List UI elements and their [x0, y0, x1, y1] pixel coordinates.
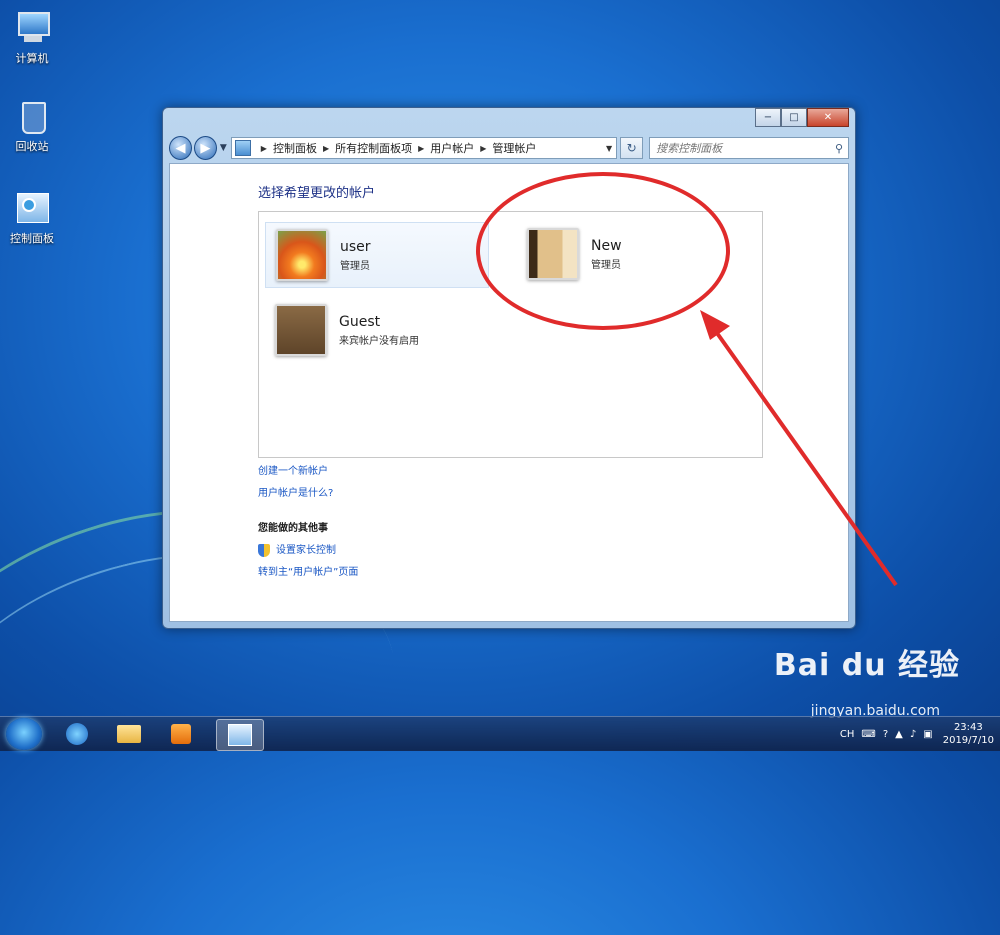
- watermark-logo: Bai du 经验: [773, 648, 960, 683]
- taskbar-media-player[interactable]: [158, 719, 204, 749]
- taskbar-control-panel[interactable]: [216, 719, 264, 751]
- system-tray: CH ⌨ ? ▲ ♪ ▣ 23:43 2019/7/10: [833, 717, 994, 751]
- clock[interactable]: 23:43 2019/7/10: [943, 721, 994, 747]
- network-icon[interactable]: ▣: [923, 729, 932, 740]
- start-button[interactable]: [6, 718, 42, 750]
- chevron-up-icon[interactable]: ▲: [895, 729, 903, 740]
- volume-icon[interactable]: ♪: [910, 729, 916, 740]
- internet-explorer-icon: [66, 723, 88, 745]
- media-player-icon: [171, 724, 191, 744]
- folder-icon: [117, 725, 141, 743]
- taskbar-explorer[interactable]: [106, 719, 152, 749]
- clock-time: 23:43: [953, 722, 983, 733]
- control-panel-icon: [228, 724, 252, 746]
- taskbar: CH ⌨ ? ▲ ♪ ▣ 23:43 2019/7/10: [0, 716, 1000, 751]
- language-indicator[interactable]: CH: [840, 729, 855, 740]
- annotation-arrow: [700, 310, 898, 587]
- help-icon[interactable]: ?: [883, 729, 888, 740]
- clock-date: 2019/7/10: [942, 735, 994, 746]
- input-method-icon[interactable]: ⌨: [861, 729, 875, 740]
- taskbar-ie[interactable]: [54, 719, 100, 749]
